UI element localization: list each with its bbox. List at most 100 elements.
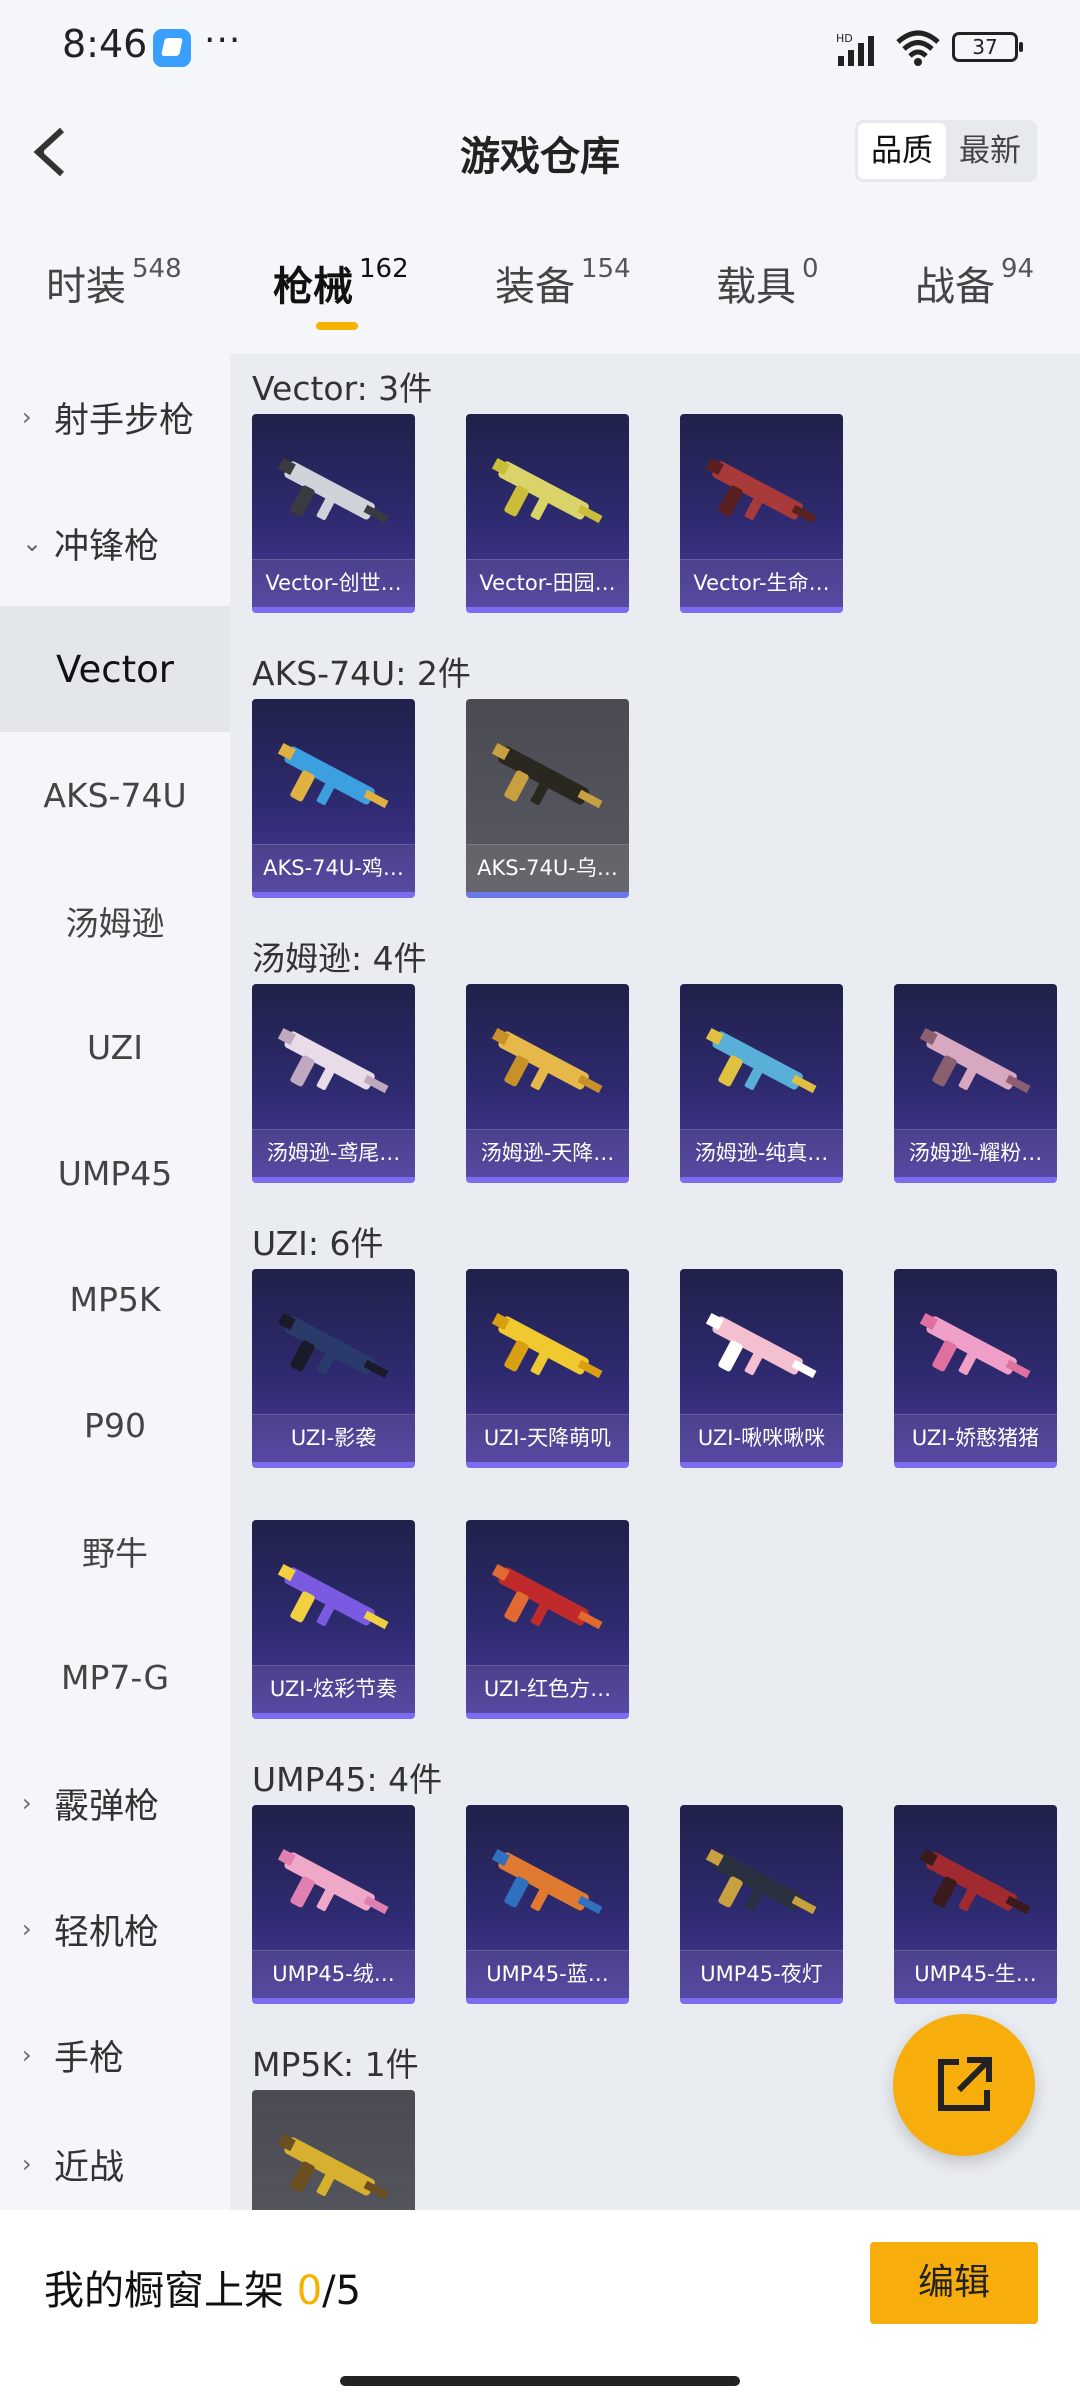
weapon-skin-image [277, 1563, 389, 1630]
weapon-card[interactable]: Vector-生命… [680, 414, 843, 613]
app-notification-icon [153, 29, 191, 67]
sidebar-item-aks74u[interactable]: AKS-74U [0, 732, 230, 858]
sidebar-item-mp7g[interactable]: MP7-G [0, 1614, 230, 1740]
weapon-skin-image [919, 1848, 1031, 1915]
weapon-skin-image [277, 1312, 389, 1379]
sidebar-group-pistol[interactable]: › 手枪 [0, 1992, 230, 2118]
section-title: MP5K: 1件 [252, 2045, 419, 2084]
sidebar-group-lmg[interactable]: › 轻机枪 [0, 1866, 230, 1992]
tab-fashion[interactable]: 时装 548 [46, 254, 182, 312]
weapon-card-label: AKS-74U-乌… [466, 844, 629, 892]
home-indicator[interactable] [340, 2376, 740, 2386]
section-title: 汤姆逊: 4件 [252, 939, 427, 978]
weapon-card-label: UMP45-蓝… [466, 1950, 629, 1998]
weapon-card-label: UZI-娇憨猪猪 [894, 1414, 1057, 1462]
tab-battle-gear[interactable]: 战备 94 [915, 254, 1034, 312]
showcase-total: /5 [322, 2268, 362, 2314]
chevron-right-icon: › [22, 2150, 32, 2178]
weapon-type-sidebar: › 射手步枪 ⌄ 冲锋枪 Vector AKS-74U 汤姆逊 UZI UMP45 … [0, 354, 230, 2210]
tab-label: 战备 [915, 264, 995, 310]
weapon-card[interactable]: UMP45-蓝… [466, 1805, 629, 2004]
weapon-card[interactable]: AKS-74U-鸡… [252, 699, 415, 898]
tab-label: 时装 [46, 264, 126, 310]
weapon-card-label: 汤姆逊-天降… [466, 1129, 629, 1177]
status-time: 8:46 [62, 22, 148, 66]
tab-equipment[interactable]: 装备 154 [495, 254, 631, 312]
weapon-card[interactable]: UZI-红色方… [466, 1520, 629, 1719]
tab-vehicles[interactable]: 载具 0 [716, 254, 819, 312]
tab-label: 装备 [495, 264, 575, 310]
weapon-card[interactable]: Vector-创世… [252, 414, 415, 613]
weapon-skin-image [277, 742, 389, 809]
weapon-skin-image [705, 457, 817, 524]
wifi-icon [896, 30, 940, 66]
sidebar-group-melee[interactable]: › 近战 [0, 2118, 230, 2210]
weapon-card-label: UZI-红色方… [466, 1665, 629, 1713]
battery-icon: 37 [952, 32, 1023, 62]
active-tab-indicator [316, 322, 358, 330]
svg-text:HD: HD [836, 32, 853, 45]
weapon-skin-image [491, 1563, 603, 1630]
weapon-card-label: AKS-74U-鸡… [252, 844, 415, 892]
sidebar-item-mp5k[interactable]: MP5K [0, 1236, 230, 1362]
weapon-card-label: 汤姆逊-鸢尾… [252, 1129, 415, 1177]
weapon-card[interactable]: UMP45-绒… [252, 1805, 415, 2004]
edit-button[interactable]: 编辑 [870, 2242, 1038, 2324]
weapon-card-label: UZI-天降萌叽 [466, 1414, 629, 1462]
weapon-card[interactable]: 汤姆逊-鸢尾… [252, 984, 415, 1183]
sidebar-item-p90[interactable]: P90 [0, 1362, 230, 1488]
sidebar-item-vector[interactable]: Vector [0, 606, 230, 732]
more-dots-icon: ··· [204, 20, 242, 61]
sidebar-item-uzi[interactable]: UZI [0, 984, 230, 1110]
weapon-skin-image [277, 457, 389, 524]
weapon-skin-image [491, 1027, 603, 1094]
weapon-skin-image [705, 1312, 817, 1379]
weapon-card[interactable]: 汤姆逊-纯真… [680, 984, 843, 1183]
section-title: UZI: 6件 [252, 1224, 384, 1263]
weapon-card[interactable]: 汤姆逊-天降… [466, 984, 629, 1183]
weapon-card-label: Vector-田园… [466, 559, 629, 607]
signal-icon: HD [836, 32, 874, 66]
tab-count: 0 [802, 254, 819, 284]
external-share-icon [938, 2057, 992, 2111]
tab-guns[interactable]: 枪械 162 [273, 254, 409, 312]
weapon-card[interactable]: UZI-天降萌叽 [466, 1269, 629, 1468]
weapon-card[interactable]: UMP45-生… [894, 1805, 1057, 2004]
sort-toggle: 品质 最新 [855, 120, 1037, 182]
share-fab-button[interactable] [893, 2014, 1035, 2156]
sidebar-item-bizon[interactable]: 野牛 [0, 1488, 230, 1614]
weapon-card-label: UMP45-生… [894, 1950, 1057, 1998]
weapon-card-label: UZI-啾咪啾咪 [680, 1414, 843, 1462]
sort-latest-button[interactable]: 最新 [946, 123, 1034, 179]
weapon-card[interactable]: AKS-74U-乌… [466, 699, 629, 898]
weapon-skin-image [491, 742, 603, 809]
weapon-card[interactable] [252, 2090, 415, 2210]
chevron-right-icon: › [22, 403, 32, 431]
weapon-card-label: 汤姆逊-纯真… [680, 1129, 843, 1177]
chevron-right-icon: › [22, 2041, 32, 2069]
weapon-card[interactable]: 汤姆逊-耀粉… [894, 984, 1057, 1183]
sidebar-item-thompson[interactable]: 汤姆逊 [0, 858, 230, 984]
tab-count: 154 [581, 254, 631, 284]
weapon-card[interactable]: UMP45-夜灯 [680, 1805, 843, 2004]
weapon-card[interactable]: UZI-啾咪啾咪 [680, 1269, 843, 1468]
status-bar: 8:46 ··· HD 37 [0, 0, 1080, 96]
weapon-skin-image [491, 457, 603, 524]
tab-label: 载具 [716, 264, 796, 310]
tab-count: 162 [359, 254, 409, 284]
sidebar-group-shotgun[interactable]: › 霰弹枪 [0, 1740, 230, 1866]
tab-count: 94 [1001, 254, 1035, 284]
tab-label: 枪械 [273, 264, 353, 310]
weapon-card[interactable]: Vector-田园… [466, 414, 629, 613]
weapon-skin-image [277, 1848, 389, 1915]
weapon-card-label: Vector-生命… [680, 559, 843, 607]
weapon-card[interactable]: UZI-影袭 [252, 1269, 415, 1468]
weapon-skin-image [705, 1027, 817, 1094]
sidebar-group-smg[interactable]: ⌄ 冲锋枪 [0, 480, 230, 606]
weapon-card[interactable]: UZI-娇憨猪猪 [894, 1269, 1057, 1468]
sort-quality-button[interactable]: 品质 [858, 123, 946, 179]
sidebar-item-ump45[interactable]: UMP45 [0, 1110, 230, 1236]
sidebar-group-marksman-rifle[interactable]: › 射手步枪 [0, 354, 230, 480]
weapon-card[interactable]: UZI-炫彩节奏 [252, 1520, 415, 1719]
weapon-skin-image [491, 1848, 603, 1915]
